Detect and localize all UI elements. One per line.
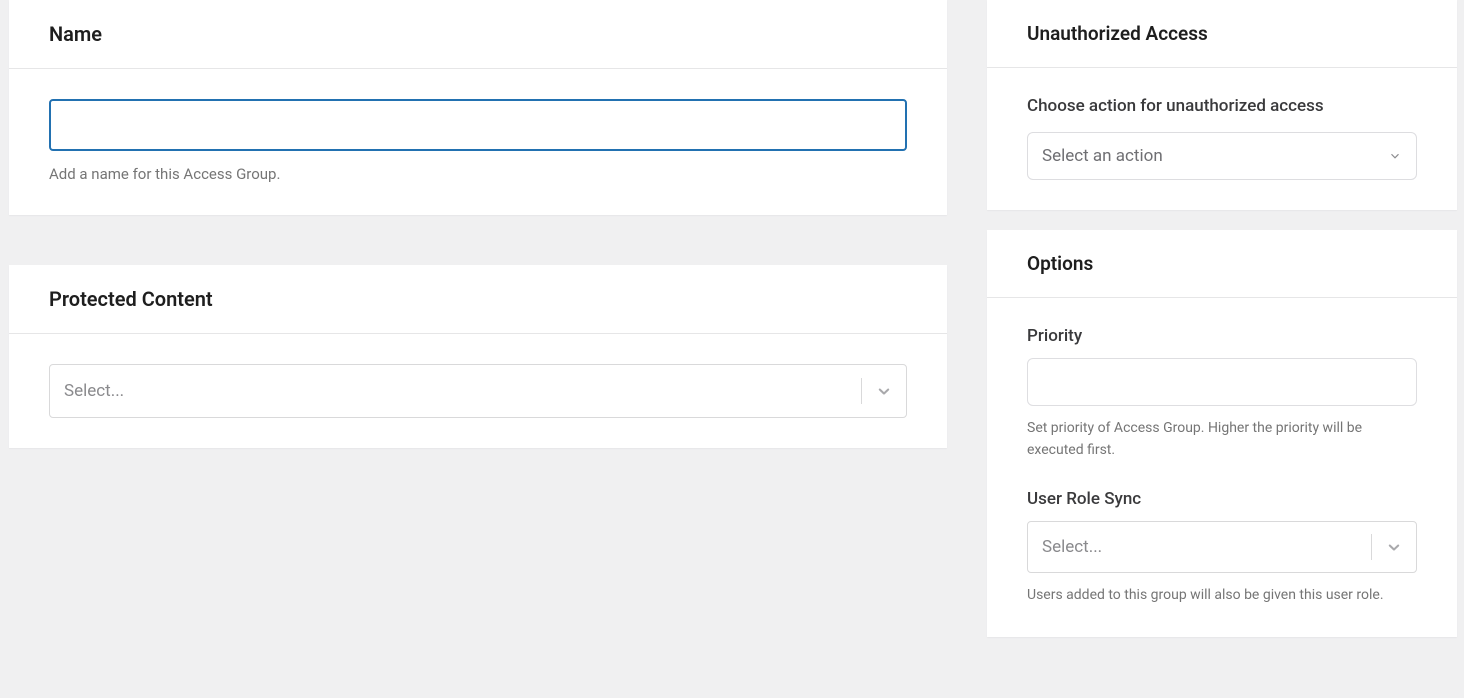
name-card: Name Add a name for this Access Group. <box>9 0 947 215</box>
role-sync-field: User Role Sync Select... Users added to … <box>1027 489 1417 607</box>
name-card-header: Name <box>9 0 947 69</box>
role-sync-placeholder: Select... <box>1042 537 1102 557</box>
unauthorized-card-header: Unauthorized Access <box>987 0 1457 68</box>
role-sync-help-text: Users added to this group will also be g… <box>1027 585 1417 607</box>
options-card-header: Options <box>987 230 1457 298</box>
chevron-down-icon <box>1388 149 1402 163</box>
protected-card-header: Protected Content <box>9 265 947 334</box>
priority-input[interactable] <box>1027 358 1417 406</box>
unauthorized-title: Unauthorized Access <box>1027 22 1417 45</box>
priority-label: Priority <box>1027 326 1417 346</box>
name-title: Name <box>49 22 907 46</box>
name-help-text: Add a name for this Access Group. <box>49 165 907 183</box>
role-sync-select[interactable]: Select... <box>1027 521 1417 573</box>
unauthorized-access-card: Unauthorized Access Choose action for un… <box>987 0 1457 210</box>
unauthorized-action-select[interactable]: Select an action <box>1027 132 1417 180</box>
name-card-body: Add a name for this Access Group. <box>9 69 947 215</box>
options-card: Options Priority Set priority of Access … <box>987 230 1457 637</box>
unauthorized-select-placeholder: Select an action <box>1042 146 1163 166</box>
options-title: Options <box>1027 252 1417 275</box>
role-sync-label: User Role Sync <box>1027 489 1417 509</box>
unauthorized-label: Choose action for unauthorized access <box>1027 96 1417 116</box>
protected-select-placeholder: Select... <box>64 381 124 401</box>
protected-content-select[interactable]: Select... <box>49 364 907 418</box>
options-card-body: Priority Set priority of Access Group. H… <box>987 298 1457 637</box>
chevron-down-icon <box>862 382 906 400</box>
protected-title: Protected Content <box>49 287 907 311</box>
name-input[interactable] <box>49 99 907 151</box>
chevron-down-icon <box>1372 538 1416 556</box>
unauthorized-card-body: Choose action for unauthorized access Se… <box>987 68 1457 210</box>
priority-help-text: Set priority of Access Group. Higher the… <box>1027 418 1417 461</box>
protected-content-card: Protected Content Select... <box>9 265 947 448</box>
priority-field: Priority Set priority of Access Group. H… <box>1027 326 1417 461</box>
protected-card-body: Select... <box>9 334 947 448</box>
